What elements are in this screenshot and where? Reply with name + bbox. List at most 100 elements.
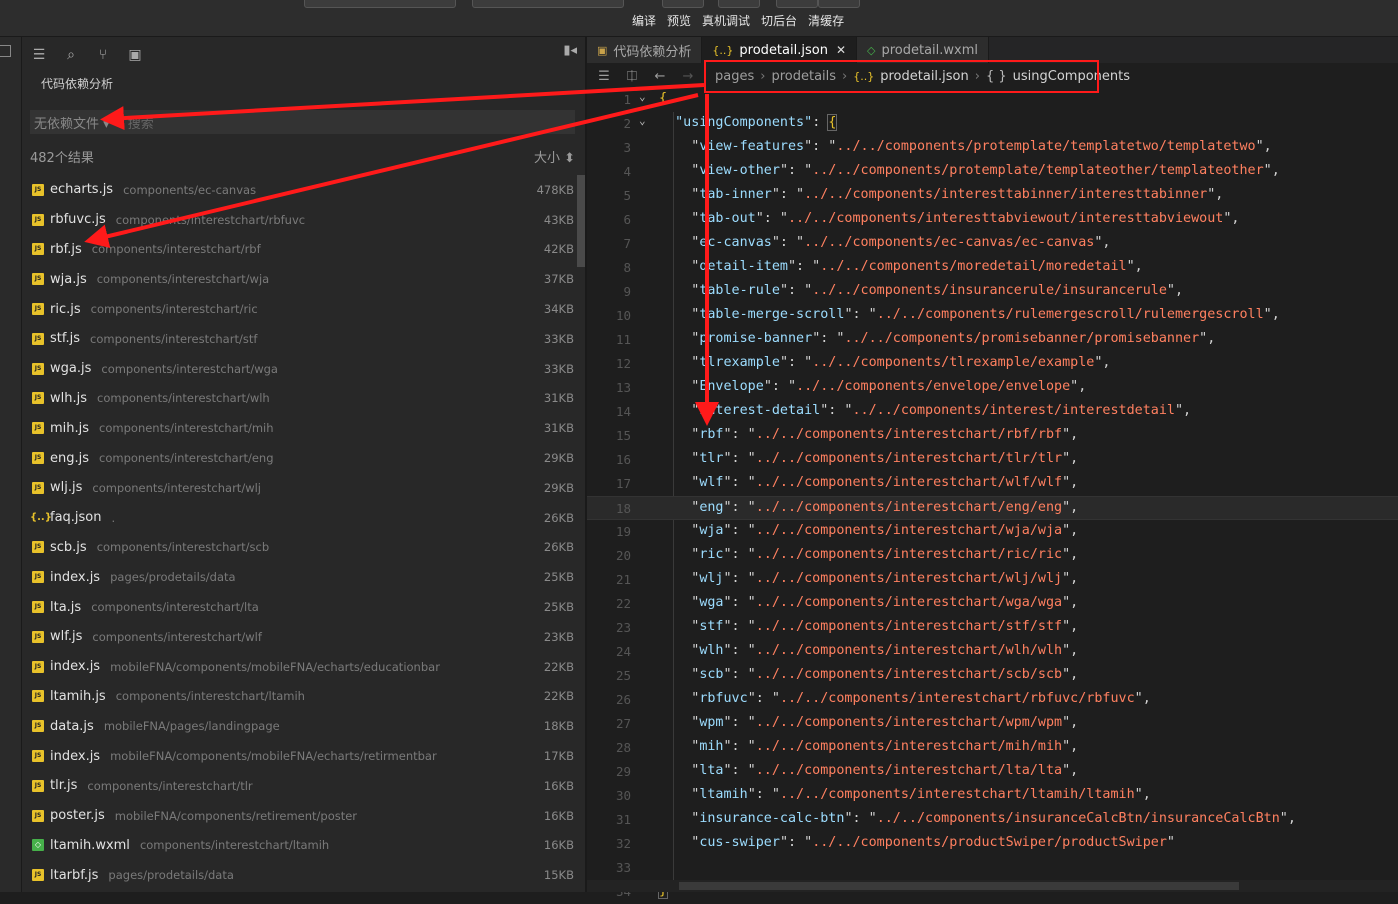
file-list-item[interactable]: JS wga.js components/interestchart/wga 33KB bbox=[22, 354, 577, 384]
editor-tab[interactable]: ▣ 代码依赖分析 bbox=[587, 37, 703, 63]
refresh-button[interactable] bbox=[662, 0, 704, 8]
line-number: 10 bbox=[615, 308, 631, 323]
js-file-icon: JS bbox=[32, 213, 44, 226]
toolbar-label[interactable]: 清缓存 bbox=[808, 12, 844, 29]
file-path: components/interestchart/wlf bbox=[92, 629, 262, 644]
code-line[interactable]: 12 "tlrexample": "../../components/tlrex… bbox=[587, 352, 1398, 376]
file-list-item[interactable]: JS poster.js mobileFNA/components/retireme… bbox=[22, 801, 577, 831]
scrollbar-thumb[interactable] bbox=[679, 882, 1239, 890]
horizontal-scrollbar[interactable] bbox=[587, 880, 1398, 892]
file-list-item[interactable]: JS rbf.js components/interestchart/rbf 42KB bbox=[22, 235, 577, 265]
code-line[interactable]: 27 "wpm": "../../components/interestchar… bbox=[587, 712, 1398, 736]
code-line[interactable]: 18 "eng": "../../components/interestchar… bbox=[587, 496, 1398, 520]
file-path: components/interestchart/rbfuvc bbox=[115, 212, 306, 227]
file-list-item[interactable]: {..} faq.json. 26KB bbox=[22, 503, 577, 533]
sidebar-scrollbar[interactable] bbox=[577, 175, 585, 267]
back-arrow-icon[interactable]: ← bbox=[649, 69, 671, 84]
code-line[interactable]: 5 "tab-inner": "../../components/interes… bbox=[587, 184, 1398, 208]
file-list-item[interactable]: JS tlr.js components/interestchart/tlr 16KB bbox=[22, 771, 577, 801]
code-line[interactable]: 15 "rbf": "../../components/interestchar… bbox=[587, 424, 1398, 448]
branch-icon[interactable]: ⑂ bbox=[94, 47, 112, 63]
file-list-item[interactable]: JS wja.js components/interestchart/wja 37KB bbox=[22, 264, 577, 294]
code-line[interactable]: 26 "rbfuvc": "../../components/interestc… bbox=[587, 688, 1398, 712]
file-list-item[interactable]: JS wlf.js components/interestchart/wlf 23KB bbox=[22, 622, 577, 652]
code-text: "tlrexample": "../../components/tlrexamp… bbox=[659, 355, 1111, 370]
file-list-item[interactable]: JS mih.js components/interestchart/mih 31KB bbox=[22, 413, 577, 443]
explorer-icon[interactable] bbox=[0, 45, 11, 57]
code-line[interactable]: 7 "ec-canvas": "../../components/ec-canv… bbox=[587, 232, 1398, 256]
code-line[interactable]: 28 "mih": "../../components/interestchar… bbox=[587, 736, 1398, 760]
code-line[interactable]: 16 "tlr": "../../components/interestchar… bbox=[587, 448, 1398, 472]
mode-select[interactable] bbox=[304, 0, 456, 8]
file-list-item[interactable]: JS wlj.js components/interestchart/wlj 29KB bbox=[22, 473, 577, 503]
forward-arrow-icon[interactable]: → bbox=[677, 69, 699, 84]
collapse-panel-icon[interactable]: ▮◂ bbox=[563, 43, 577, 58]
file-name: ltamih.js bbox=[50, 688, 106, 704]
code-line[interactable]: 14 "interest-detail": "../../components/… bbox=[587, 400, 1398, 424]
file-list-item[interactable]: JS ltarbf.js pages/prodetails/data 15KB bbox=[22, 860, 577, 890]
filter-dropdown[interactable]: 无依赖文件 ▾ bbox=[34, 113, 110, 132]
file-list-item[interactable]: JS stf.js components/interestchart/stf 33KB bbox=[22, 324, 577, 354]
code-line[interactable]: 29 "lta": "../../components/interestchar… bbox=[587, 760, 1398, 784]
code-line[interactable]: 31 "insurance-calc-btn": "../../componen… bbox=[587, 808, 1398, 832]
file-list-item[interactable]: JS lta.js components/interestchart/lta 25KB bbox=[22, 592, 577, 622]
file-list-item[interactable]: JS scb.js components/interestchart/scb 26KB bbox=[22, 533, 577, 563]
code-line[interactable]: 6 "tab-out": "../../components/interestt… bbox=[587, 208, 1398, 232]
code-line[interactable]: 25 "scb": "../../components/interestchar… bbox=[587, 664, 1398, 688]
outline-icon[interactable]: ☰ bbox=[593, 69, 615, 84]
code-line[interactable]: 22 "wga": "../../components/interestchar… bbox=[587, 592, 1398, 616]
code-line[interactable]: 23 "stf": "../../components/interestchar… bbox=[587, 616, 1398, 640]
fold-chevron-icon[interactable]: ⌄ bbox=[639, 90, 646, 103]
code-line[interactable]: 19 "wja": "../../components/interestchar… bbox=[587, 520, 1398, 544]
file-list-item[interactable]: JS echarts.js components/ec-canvas 478KB bbox=[22, 175, 577, 205]
code-line[interactable]: 4 "view-other": "../../components/protem… bbox=[587, 160, 1398, 184]
file-list-item[interactable]: JS eng.js components/interestchart/eng 29KB bbox=[22, 443, 577, 473]
debug-panel-icon[interactable]: ▣ bbox=[126, 47, 144, 63]
code-line[interactable]: 2 ⌄ "usingComponents": { bbox=[587, 112, 1398, 136]
code-line[interactable]: 24 "wlh": "../../components/interestchar… bbox=[587, 640, 1398, 664]
js-file-icon: JS bbox=[32, 630, 44, 643]
code-line[interactable]: 21 "wlj": "../../components/interestchar… bbox=[587, 568, 1398, 592]
code-line[interactable]: 30 "ltamih": "../../components/interestc… bbox=[587, 784, 1398, 808]
js-file-icon: JS bbox=[32, 362, 44, 375]
file-list-item[interactable]: JS ric.js components/interestchart/ric 34KB bbox=[22, 294, 577, 324]
code-line[interactable]: 3 "view-features": "../../components/pro… bbox=[587, 136, 1398, 160]
code-line[interactable]: 33 bbox=[587, 856, 1398, 880]
compile-mode-select[interactable] bbox=[472, 0, 624, 8]
file-path: components/interestchart/stf bbox=[90, 331, 258, 346]
code-line[interactable]: 8 "detail-item": "../../components/mored… bbox=[587, 256, 1398, 280]
file-list-item[interactable]: JS rbfuvc.js components/interestchart/rbfu… bbox=[22, 205, 577, 235]
clear-cache-button[interactable] bbox=[818, 0, 860, 8]
close-icon[interactable]: ✕ bbox=[836, 43, 846, 57]
file-list-item[interactable]: JS wlh.js components/interestchart/wlh 31KB bbox=[22, 384, 577, 414]
toolbar-label[interactable]: 真机调试 bbox=[702, 12, 750, 29]
code-line[interactable]: 9 "table-rule": "../../components/insura… bbox=[587, 280, 1398, 304]
search-icon[interactable]: ⌕ bbox=[62, 47, 80, 63]
debug-button[interactable] bbox=[718, 0, 760, 8]
code-line[interactable]: 17 "wlf": "../../components/interestchar… bbox=[587, 472, 1398, 496]
bookmark-icon[interactable]: ⎅ bbox=[621, 69, 643, 84]
fold-chevron-icon[interactable]: ⌄ bbox=[639, 114, 646, 127]
file-list-item[interactable]: JS data.js mobileFNA/pages/landingpage 18KB bbox=[22, 711, 577, 741]
list-icon[interactable]: ☰ bbox=[30, 47, 48, 63]
file-path: components/interestchart/tlr bbox=[87, 778, 253, 793]
code-line[interactable]: 13 "Envelope": "../../components/envelop… bbox=[587, 376, 1398, 400]
toolbar-label[interactable]: 编译 bbox=[632, 12, 656, 29]
file-list-item[interactable]: JS index.js pages/prodetails/data 25KB bbox=[22, 562, 577, 592]
code-line[interactable]: 32 "cus-swiper": "../../components/produ… bbox=[587, 832, 1398, 856]
code-line[interactable]: 10 "table-merge-scroll": "../../componen… bbox=[587, 304, 1398, 328]
sort-by-size[interactable]: 大小 ⬍ bbox=[534, 147, 575, 166]
file-list-item[interactable]: JS ltamih.js components/interestchart/ltam… bbox=[22, 682, 577, 712]
search-input[interactable]: 搜索 bbox=[128, 113, 154, 132]
file-list-item[interactable]: ◇ ltamih.wxml components/interestchart/lta… bbox=[22, 831, 577, 861]
file-list-item[interactable]: JS index.js mobileFNA/components/mobileFNA… bbox=[22, 741, 577, 771]
code-text: "Envelope": "../../components/envelope/e… bbox=[659, 379, 1087, 394]
code-line[interactable]: 20 "ric": "../../components/interestchar… bbox=[587, 544, 1398, 568]
toolbar-label[interactable]: 预览 bbox=[667, 12, 691, 29]
file-size: 25KB bbox=[543, 600, 574, 615]
code-line[interactable]: 11 "promise-banner": "../../components/p… bbox=[587, 328, 1398, 352]
background-button[interactable] bbox=[776, 0, 818, 8]
code-area[interactable]: 1 ⌄ {2 ⌄ "usingComponents": {3 "view-featur… bbox=[587, 88, 1398, 904]
file-list-item[interactable]: JS index.js mobileFNA/components/mobileFNA… bbox=[22, 652, 577, 682]
toolbar-label[interactable]: 切后台 bbox=[761, 12, 797, 29]
